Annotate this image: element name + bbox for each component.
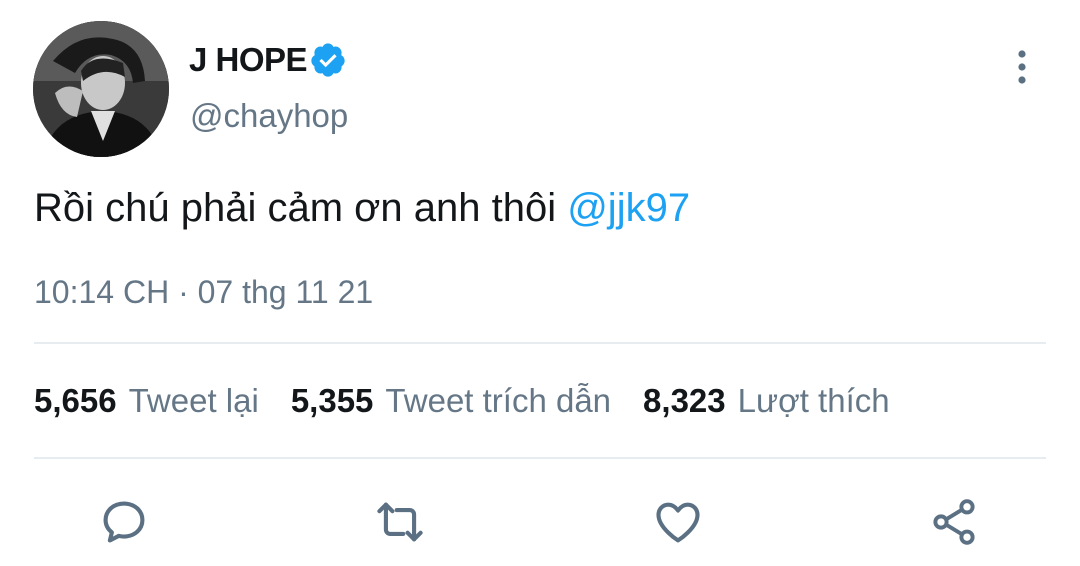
tweet-card: J HOPE @chayhop Rồi chú phải cảm ơn anh … (0, 0, 1080, 566)
likes-count: 8,323 (643, 382, 726, 419)
like-heart-icon (656, 502, 700, 543)
likes-stat[interactable]: 8,323 Lượt thích (643, 382, 890, 420)
tweet-body: Rồi chú phải cảm ơn anh thôi (34, 186, 568, 230)
divider (34, 342, 1046, 344)
engagement-stats: 5,656 Tweet lại 5,355 Tweet trích dẫn 8,… (34, 382, 922, 420)
display-name-row: J HOPE (189, 38, 347, 82)
quote-tweets-stat[interactable]: 5,355 Tweet trích dẫn (291, 382, 611, 420)
share-icon (933, 499, 975, 545)
more-options-icon[interactable] (1010, 48, 1034, 86)
mention-link[interactable]: @jjk97 (567, 186, 690, 230)
avatar[interactable] (33, 21, 169, 157)
display-name[interactable]: J HOPE (189, 41, 308, 79)
like-button[interactable] (650, 494, 706, 550)
reply-button[interactable] (96, 494, 152, 550)
likes-label: Lượt thích (737, 382, 890, 419)
retweets-label: Tweet lại (128, 382, 259, 419)
share-button[interactable] (926, 494, 982, 550)
avatar-image (33, 21, 169, 157)
reply-icon (103, 501, 145, 543)
username-handle[interactable]: @chayhop (190, 97, 348, 135)
divider (34, 457, 1046, 459)
retweets-stat[interactable]: 5,656 Tweet lại (34, 382, 259, 420)
retweet-icon (377, 502, 423, 542)
tweet-timestamp[interactable]: 10:14 CH · 07 thg 11 21 (34, 274, 373, 311)
quote-tweets-label: Tweet trích dẫn (385, 382, 612, 419)
retweets-count: 5,656 (34, 382, 117, 419)
tweet-text: Rồi chú phải cảm ơn anh thôi @jjk97 (34, 186, 690, 231)
retweet-button[interactable] (372, 494, 428, 550)
verified-badge-icon (309, 41, 347, 79)
quote-tweets-count: 5,355 (290, 382, 374, 419)
